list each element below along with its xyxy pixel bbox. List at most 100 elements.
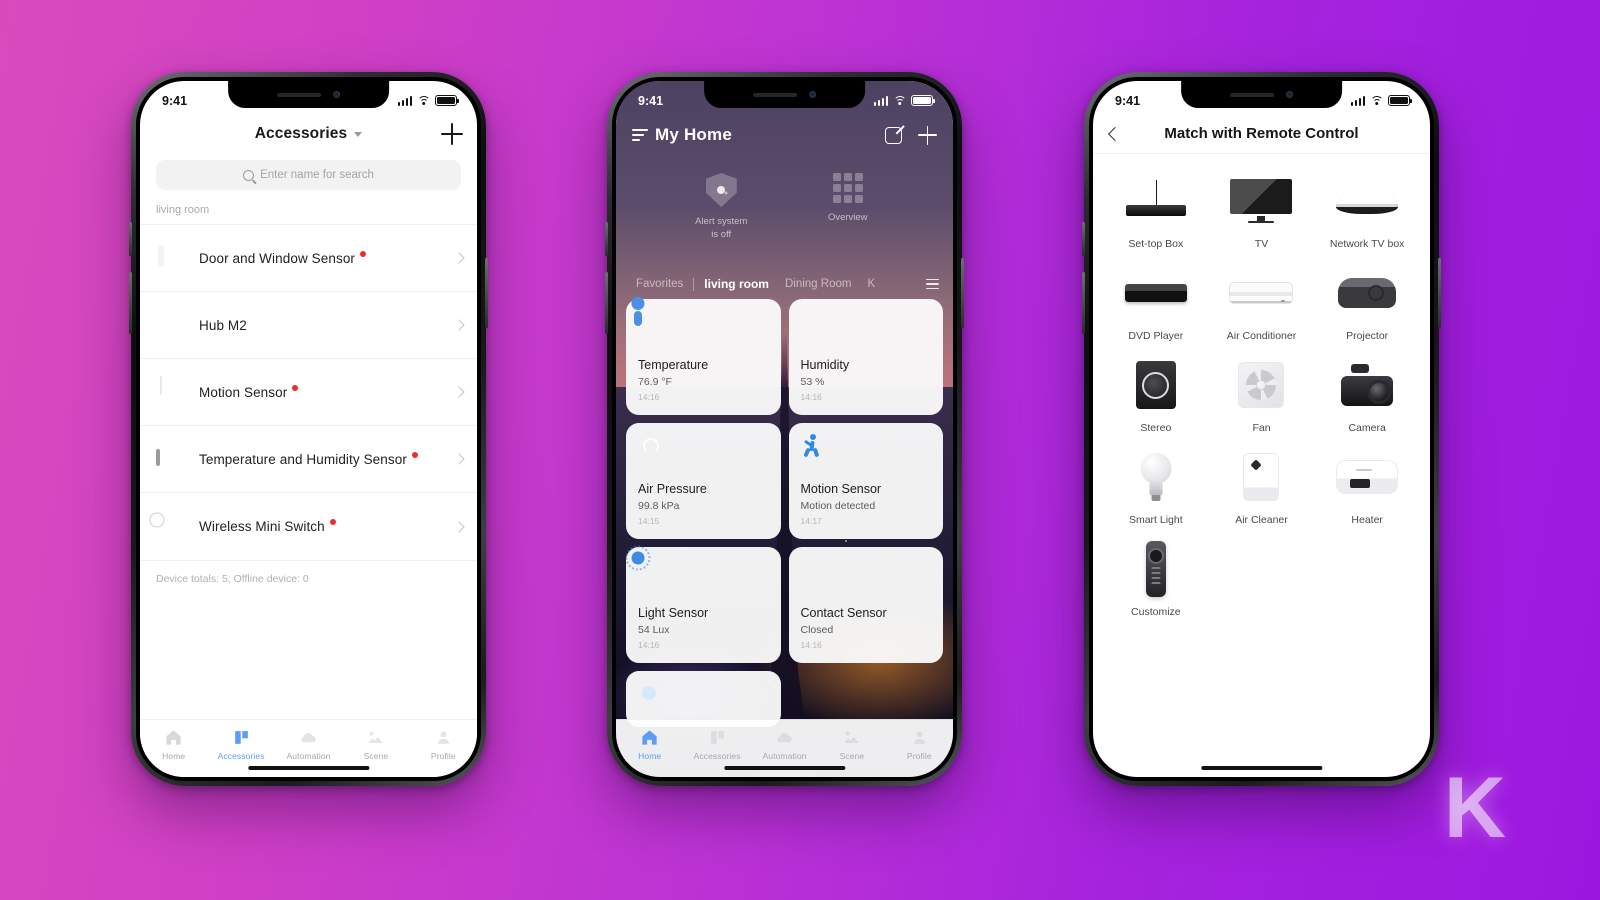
air-conditioner-icon — [1209, 262, 1315, 324]
room-list-menu-icon[interactable] — [926, 278, 941, 290]
grid-item-fan[interactable]: Fan — [1209, 354, 1315, 434]
tab-profile[interactable]: Profile — [886, 728, 953, 761]
grid-item-set-top-box[interactable]: Set-top Box — [1103, 170, 1209, 250]
tab-home[interactable]: Home — [140, 728, 207, 761]
list-item[interactable]: Hub M2 — [140, 292, 477, 359]
grid-item-dvd-player[interactable]: DVD Player — [1103, 262, 1209, 342]
front-camera — [1286, 91, 1293, 98]
tab-accessories[interactable]: Accessories — [207, 728, 274, 761]
card-temperature[interactable]: Temperature 76.9 °F 14:16 — [626, 299, 781, 415]
back-icon[interactable] — [1107, 126, 1123, 141]
room-tab-favorites[interactable]: Favorites — [628, 278, 691, 290]
home-shortcuts: Alert system is off Overview — [616, 173, 953, 242]
chevron-right-icon — [453, 386, 465, 398]
status-badge — [411, 451, 418, 458]
card-contact-sensor[interactable]: Contact Sensor Closed 14:16 — [788, 547, 943, 663]
card-title: Light Sensor — [638, 606, 709, 620]
device-label: Air Cleaner — [1235, 514, 1288, 526]
search-input[interactable]: Enter name for search — [156, 160, 461, 190]
list-item[interactable]: Wireless Mini Switch — [140, 493, 477, 560]
home-indicator[interactable] — [723, 765, 846, 770]
tab-accessories[interactable]: Accessories — [683, 728, 750, 761]
shortcut-alert-system[interactable]: Alert system is off — [666, 173, 776, 242]
card-humidity[interactable]: Humidity 53 % 14:16 — [788, 299, 943, 415]
grid-item-camera[interactable]: Camera — [1314, 354, 1420, 434]
add-accessory-button[interactable] — [441, 123, 463, 145]
earpiece-speaker — [277, 92, 321, 97]
wifi-icon — [893, 95, 906, 106]
home-indicator[interactable] — [247, 765, 370, 770]
shortcut-overview[interactable]: Overview — [793, 173, 903, 242]
tab-scene[interactable]: Scene — [342, 728, 409, 761]
card-timestamp: 14:17 — [800, 516, 822, 526]
add-device-button[interactable] — [918, 125, 937, 145]
profile-icon — [913, 731, 925, 744]
chevron-right-icon — [453, 520, 465, 533]
card-timestamp: 14:16 — [638, 392, 660, 402]
card-motion-sensor[interactable]: Motion Sensor Motion detected 14:17 — [788, 423, 943, 539]
power-button[interactable] — [961, 258, 964, 328]
hamburger-menu-icon[interactable] — [632, 129, 648, 141]
grid-item-projector[interactable]: Projector — [1314, 262, 1420, 342]
list-item[interactable]: Temperature and Humidity Sensor — [140, 426, 477, 493]
grid-item-network-tv-box[interactable]: Network TV box — [1314, 170, 1420, 250]
set-top-box-icon — [1103, 170, 1209, 232]
card-value: 53 % — [800, 376, 825, 388]
power-button[interactable] — [485, 258, 488, 328]
grid-item-air-conditioner[interactable]: Air Conditioner — [1209, 262, 1315, 342]
grid-item-heater[interactable]: Heater — [1314, 446, 1420, 526]
device-label: Air Conditioner — [1226, 330, 1297, 342]
card-light-sensor[interactable]: Light Sensor 54 Lux 14:16 — [626, 547, 781, 663]
cellular-signal-icon — [397, 95, 412, 106]
dvd-player-icon — [1103, 262, 1209, 324]
tab-label: Home — [162, 751, 186, 761]
grid-item-smart-light[interactable]: Smart Light — [1103, 446, 1209, 526]
fan-icon — [1209, 354, 1315, 416]
card-air-pressure[interactable]: Air Pressure 99.8 kPa 14:15 — [626, 423, 781, 539]
device-label: Stereo — [1140, 422, 1172, 434]
phone-bezel: 9:41 My Home Alert system is off Overvie… — [612, 77, 957, 781]
grid-item-stereo[interactable]: Stereo — [1103, 354, 1209, 434]
grid-icon — [832, 173, 863, 203]
wifi-icon — [417, 95, 430, 106]
grid-item-tv[interactable]: TV — [1209, 170, 1315, 250]
sensor-icon — [638, 682, 661, 705]
grid-item-customize[interactable]: Customize — [1103, 538, 1209, 618]
room-tab-living-room[interactable]: living room — [696, 277, 777, 291]
tab-home[interactable]: Home — [616, 728, 683, 761]
tab-profile[interactable]: Profile — [410, 728, 477, 761]
tab-label: Home — [638, 751, 662, 761]
device-name: Hub M2 — [199, 317, 247, 333]
home-icon — [642, 730, 657, 745]
remote-device-grid: Set-top Box TV Network TV box DVD Player… — [1093, 154, 1430, 618]
power-button[interactable] — [1438, 258, 1441, 328]
tab-scene[interactable]: Scene — [818, 728, 885, 761]
tab-automation[interactable]: Automation — [275, 728, 342, 761]
device-label: Camera — [1348, 422, 1386, 434]
status-badge — [360, 250, 367, 257]
tab-label: Accessories — [693, 751, 741, 761]
card-title: Temperature — [638, 358, 709, 372]
chevron-down-icon[interactable] — [354, 131, 363, 137]
accessories-header: Accessories — [140, 114, 477, 154]
header-actions — [885, 125, 937, 145]
card-timestamp: 14:15 — [638, 516, 660, 526]
status-indicators — [397, 95, 459, 106]
device-label: Heater — [1351, 514, 1383, 526]
tab-automation[interactable]: Automation — [751, 728, 818, 761]
screen-remote-match: 9:41 Match with Remote Control Set-top B… — [1093, 81, 1430, 777]
water-drop-icon — [801, 310, 824, 333]
phone-bezel: 9:41 Accessories Enter name for search l… — [136, 77, 481, 781]
status-indicators — [1350, 95, 1412, 106]
watermark: K — [1443, 760, 1506, 856]
grid-item-air-cleaner[interactable]: Air Cleaner — [1209, 446, 1315, 526]
list-item[interactable]: Motion Sensor — [140, 359, 477, 426]
list-item[interactable]: Door and Window Sensor — [140, 225, 477, 292]
cellular-signal-icon — [873, 95, 888, 106]
edit-icon[interactable] — [885, 126, 902, 144]
home-indicator[interactable] — [1200, 765, 1323, 770]
device-label: Customize — [1131, 606, 1181, 618]
room-tab-truncated[interactable]: K — [859, 278, 883, 290]
room-tab-dining-room[interactable]: Dining Room — [777, 278, 859, 290]
card-value: Closed — [800, 624, 834, 636]
